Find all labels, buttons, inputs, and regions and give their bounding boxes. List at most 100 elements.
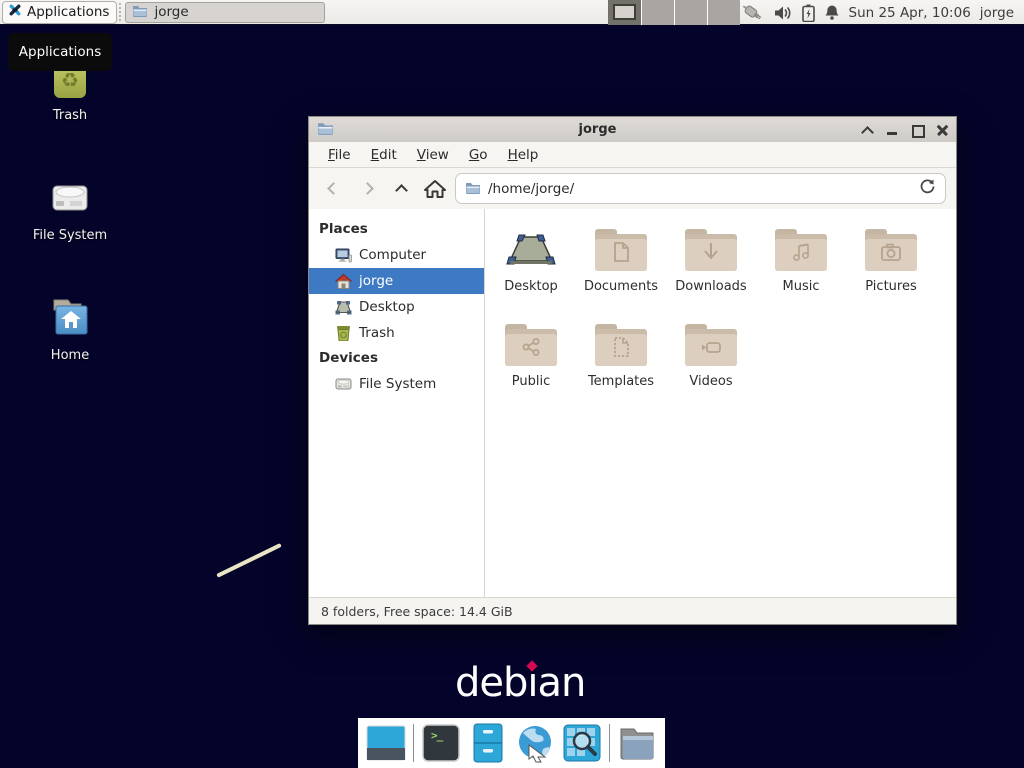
dock-separator xyxy=(413,724,414,762)
desktop-icon-label: File System xyxy=(18,228,122,243)
home-folder-icon xyxy=(46,292,94,342)
application-finder-icon[interactable] xyxy=(562,722,602,764)
system-tray: Sun 25 Apr, 10:06 jorge xyxy=(741,0,1015,25)
sidebar-header-devices: Devices xyxy=(309,346,484,371)
reload-icon[interactable] xyxy=(919,178,936,199)
sidebar-item-trash[interactable]: Trash xyxy=(309,320,484,346)
sidebar-item-desktop[interactable]: Desktop xyxy=(309,294,484,320)
sidebar-item-label: jorge xyxy=(359,273,393,289)
desktop-icon-home[interactable]: Home xyxy=(18,292,122,363)
folder-item-pictures[interactable]: Pictures xyxy=(846,229,936,324)
folder-label: Documents xyxy=(576,279,666,294)
home-button[interactable] xyxy=(421,175,449,203)
menubar: File Edit View Go Help xyxy=(309,142,956,168)
pictures-folder-icon xyxy=(865,229,917,271)
menu-file[interactable]: File xyxy=(323,145,356,165)
folder-item-music[interactable]: Music xyxy=(756,229,846,324)
desktop[interactable]: Applications jorge xyxy=(0,0,1024,768)
menu-edit[interactable]: Edit xyxy=(366,145,402,165)
minimize-button[interactable] xyxy=(886,124,898,136)
folder-label: Downloads xyxy=(666,279,756,294)
hard-drive-icon xyxy=(46,172,94,222)
downloads-folder-icon xyxy=(685,229,737,271)
folder-label: Public xyxy=(486,374,576,389)
sidebar-item-label: Computer xyxy=(359,247,426,263)
show-desktop-icon[interactable] xyxy=(366,722,406,764)
toolbar: /home/jorge/ xyxy=(309,168,956,209)
folder-label: Templates xyxy=(576,374,666,389)
sidebar: Places Computer xyxy=(309,209,485,597)
file-manager-window: jorge File Edit View Go Help xyxy=(308,116,957,625)
file-manager-icon[interactable] xyxy=(617,722,657,764)
file-view[interactable]: Desktop Documents xyxy=(485,209,956,597)
forward-button[interactable] xyxy=(353,175,381,203)
web-browser-icon[interactable] xyxy=(515,722,555,764)
panel-clock[interactable]: Sun 25 Apr, 10:06 xyxy=(849,5,971,21)
applications-tooltip: Applications xyxy=(8,33,112,71)
workspace-4[interactable] xyxy=(707,0,740,25)
desktop-icon xyxy=(335,300,352,315)
desktop-special-icon xyxy=(505,229,557,271)
hard-drive-icon xyxy=(335,377,352,391)
location-bar[interactable]: /home/jorge/ xyxy=(455,173,946,204)
tooltip-text: Applications xyxy=(19,44,101,60)
folder-item-downloads[interactable]: Downloads xyxy=(666,229,756,324)
debian-wallpaper-logo: debıan xyxy=(455,660,585,706)
sidebar-item-file-system[interactable]: File System xyxy=(309,371,484,397)
documents-folder-icon xyxy=(595,229,647,271)
maximize-button[interactable] xyxy=(911,124,923,136)
back-button[interactable] xyxy=(319,175,347,203)
pager-window-preview xyxy=(613,4,636,20)
dock: >_ xyxy=(358,718,665,768)
music-folder-icon xyxy=(775,229,827,271)
up-button[interactable] xyxy=(387,175,415,203)
public-folder-icon xyxy=(505,324,557,366)
folder-icon xyxy=(465,179,481,198)
file-cabinet-icon[interactable] xyxy=(468,722,508,764)
sidebar-item-computer[interactable]: Computer xyxy=(309,242,484,268)
sidebar-item-label: File System xyxy=(359,376,436,392)
menu-view[interactable]: View xyxy=(412,145,454,165)
top-panel: Applications jorge xyxy=(0,0,1024,25)
panel-username[interactable]: jorge xyxy=(980,5,1014,21)
taskbar-window-button[interactable]: jorge xyxy=(125,2,325,23)
workspace-2[interactable] xyxy=(641,0,674,25)
folder-label: Pictures xyxy=(846,279,936,294)
applications-menu-label: Applications xyxy=(27,4,109,20)
desktop-stray-line xyxy=(216,543,281,577)
path-input[interactable]: /home/jorge/ xyxy=(488,181,912,197)
templates-folder-icon xyxy=(595,324,647,366)
folder-item-videos[interactable]: Videos xyxy=(666,324,756,419)
dock-separator xyxy=(609,724,610,762)
shade-button[interactable] xyxy=(861,124,873,136)
applications-menu-button[interactable]: Applications xyxy=(2,1,117,24)
sidebar-header-places: Places xyxy=(309,217,484,242)
volume-icon[interactable] xyxy=(774,5,793,21)
workspace-3[interactable] xyxy=(674,0,707,25)
battery-icon[interactable] xyxy=(802,4,815,22)
sidebar-item-jorge[interactable]: jorge xyxy=(309,268,484,294)
folder-item-templates[interactable]: Templates xyxy=(576,324,666,419)
workspace-1[interactable] xyxy=(608,0,641,25)
folder-item-documents[interactable]: Documents xyxy=(576,229,666,324)
close-button[interactable] xyxy=(936,124,948,136)
notifications-bell-icon[interactable] xyxy=(824,4,840,21)
window-titlebar[interactable]: jorge xyxy=(309,117,956,142)
folder-item-desktop[interactable]: Desktop xyxy=(486,229,576,324)
desktop-icon-label: Home xyxy=(18,348,122,363)
workspace-pager[interactable] xyxy=(608,0,740,25)
folder-label: Desktop xyxy=(486,279,576,294)
statusbar-text: 8 folders, Free space: 14.4 GiB xyxy=(321,604,513,619)
menu-go[interactable]: Go xyxy=(464,145,493,165)
folder-label: Music xyxy=(756,279,846,294)
home-icon xyxy=(335,274,352,289)
terminal-icon[interactable]: >_ xyxy=(421,722,461,764)
folder-item-public[interactable]: Public xyxy=(486,324,576,419)
folder-label: Videos xyxy=(666,374,756,389)
sidebar-item-label: Desktop xyxy=(359,299,415,315)
window-icon xyxy=(317,120,334,139)
menu-help[interactable]: Help xyxy=(503,145,544,165)
desktop-icon-file-system[interactable]: File System xyxy=(18,172,122,243)
network-icon[interactable] xyxy=(741,3,765,23)
trash-icon xyxy=(335,325,352,341)
